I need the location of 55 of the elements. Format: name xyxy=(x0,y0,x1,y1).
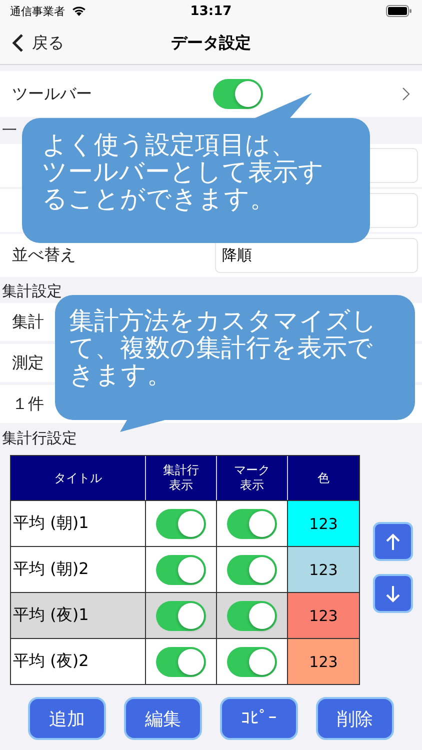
row-display-switch[interactable] xyxy=(156,554,206,584)
mark-display-switch[interactable] xyxy=(227,646,277,676)
color-cell[interactable]: 123 xyxy=(288,500,359,546)
back-chevron-icon xyxy=(12,33,24,53)
row-display-switch[interactable] xyxy=(156,508,206,538)
title-cell[interactable]: 平均 (夜)2 xyxy=(11,638,146,684)
column-header: 表示 xyxy=(240,478,264,493)
back-button[interactable]: 戻る xyxy=(0,32,64,54)
row-label: ツールバー xyxy=(12,84,92,104)
tooltip-text-line: きます。 xyxy=(69,361,172,388)
tooltip-text-line: よく使う設定項目は、 xyxy=(42,131,296,158)
section-header: 集計行設定 xyxy=(1,428,78,448)
section-header: 集計設定 xyxy=(1,280,63,302)
color-cell[interactable]: 123 xyxy=(288,546,359,592)
mark-display-switch[interactable] xyxy=(227,508,277,538)
mark-display-switch[interactable] xyxy=(227,554,277,584)
action-button[interactable]: 追加 xyxy=(28,697,106,740)
row-label: 測定 xyxy=(12,352,44,374)
arrow-up-icon xyxy=(385,532,401,550)
arrow-down-icon xyxy=(385,584,401,602)
column-header: 集計行 xyxy=(163,463,199,478)
title-cell[interactable]: 平均 (朝)1 xyxy=(11,500,146,546)
column-header: 表示 xyxy=(169,478,193,493)
toolbar-switch[interactable] xyxy=(213,79,263,109)
section-header: 一 xyxy=(1,120,18,141)
row-label: 並べ替え xyxy=(12,245,76,266)
column-header: 色 xyxy=(318,470,330,486)
row-display-switch[interactable] xyxy=(156,600,206,630)
row-label: 集計 xyxy=(12,312,44,332)
move-down-button[interactable] xyxy=(373,574,413,613)
tooltip-text-line: ツールバーとして表示す xyxy=(42,158,324,185)
screen-title: データ設定 xyxy=(171,32,251,54)
carrier-name: 通信事業者 xyxy=(10,4,65,18)
status-time: 13:17 xyxy=(189,4,233,18)
column-header: マーク xyxy=(234,463,270,478)
tooltip-text-line: ることができます。 xyxy=(42,185,275,212)
chevron-right-icon xyxy=(402,87,410,101)
color-cell[interactable]: 123 xyxy=(288,592,359,638)
action-button[interactable]: 削除 xyxy=(316,697,394,740)
color-cell[interactable]: 123 xyxy=(288,638,359,684)
title-cell[interactable]: 平均 (夜)1 xyxy=(11,592,146,638)
row-label: １件 xyxy=(12,394,44,414)
mark-display-switch[interactable] xyxy=(227,600,277,630)
toolbar-setting-row[interactable]: ツールバー xyxy=(0,71,422,117)
move-up-button[interactable] xyxy=(373,522,413,561)
title-cell[interactable]: 平均 (朝)2 xyxy=(11,546,146,592)
action-button[interactable]: 編集 xyxy=(124,697,202,740)
tooltip-text-line: 集計方法をカスタマイズし xyxy=(69,307,377,334)
wifi-icon xyxy=(71,5,87,17)
action-button[interactable]: ｺﾋﾟｰ xyxy=(220,697,298,740)
tooltip-text-line: て、複数の集計行を表示で xyxy=(69,334,373,361)
battery-icon xyxy=(386,5,412,17)
value-field[interactable]: 降順 xyxy=(215,238,418,273)
column-header: タイトル xyxy=(54,470,102,486)
row-display-switch[interactable] xyxy=(156,646,206,676)
